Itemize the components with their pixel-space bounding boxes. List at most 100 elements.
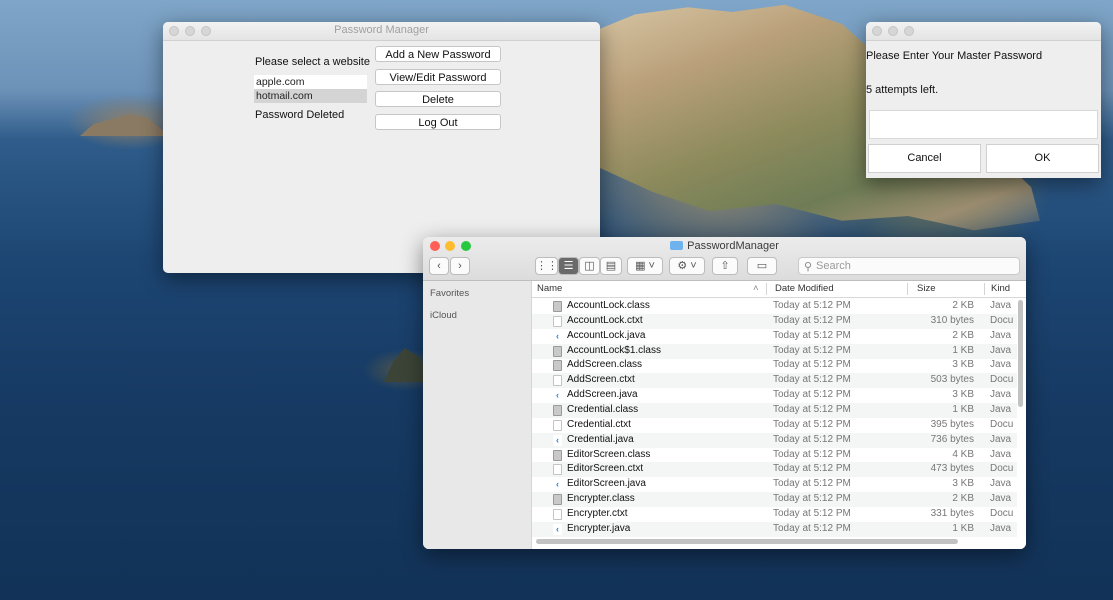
finder-window: PasswordManager ‹ › ⋮⋮ ☰ ◫ ▤ ▦ ˅ ⚙ ˅ ⇧ ▭… <box>423 237 1026 549</box>
table-row[interactable]: EditorScreen.class Today at 5:12 PM 4 KB Ja… <box>532 448 1017 463</box>
table-row[interactable]: Credential.class Today at 5:12 PM 1 KB Java <box>532 402 1017 418</box>
search-icon: ⚲ <box>804 261 813 273</box>
sort-chevron-icon: ˄ <box>753 283 759 294</box>
table-row[interactable]: Encrypter.ctxt Today at 5:12 PM 331 bytes D… <box>532 507 1017 522</box>
gallery-view-button[interactable]: ▤ <box>600 257 622 275</box>
class-file-icon <box>553 360 562 372</box>
document-icon <box>553 464 562 476</box>
back-button[interactable]: ‹ <box>429 257 449 275</box>
file-size: 331 bytes <box>930 507 974 519</box>
delete-button[interactable]: Delete <box>375 91 501 107</box>
java-file-icon: ‹ <box>553 434 562 446</box>
java-file-icon: ‹ <box>553 330 562 342</box>
list-view-button[interactable]: ☰ <box>558 257 579 275</box>
cancel-button[interactable]: Cancel <box>868 144 981 173</box>
table-row[interactable]: ‹ Credential.java Today at 5:12 PM 736 byte… <box>532 432 1017 448</box>
column-header-name[interactable]: Name <box>537 283 562 294</box>
table-row[interactable]: AccountLock.class Today at 5:12 PM 2 KB Jav… <box>532 299 1017 314</box>
file-name: AccountLock.ctxt <box>567 314 643 326</box>
group-button[interactable]: ▦ ˅ <box>627 257 663 275</box>
file-name: AddScreen.ctxt <box>567 374 635 386</box>
column-divider[interactable] <box>766 283 767 295</box>
gallery-icon: ▤ <box>605 260 617 272</box>
close-button[interactable] <box>872 26 882 36</box>
file-kind: Docu <box>990 314 1014 326</box>
column-view-button[interactable]: ◫ <box>579 257 600 275</box>
table-row[interactable]: ‹ Encrypter.java Today at 5:12 PM 1 KB Java <box>532 521 1017 537</box>
file-size: 736 bytes <box>930 433 974 445</box>
ok-button[interactable]: OK <box>986 144 1099 173</box>
table-row[interactable]: ‹ AccountLock.java Today at 5:12 PM 2 KB Jav… <box>532 329 1017 344</box>
list-item[interactable]: apple.com <box>254 75 367 89</box>
table-row[interactable]: ‹ AddScreen.java Today at 5:12 PM 3 KB Java <box>532 388 1017 403</box>
file-name: Credential.java <box>567 433 634 445</box>
file-size: 395 bytes <box>930 418 974 430</box>
website-list[interactable]: apple.com hotmail.com <box>254 75 367 103</box>
table-row[interactable]: AccountLock.ctxt Today at 5:12 PM 310 byte… <box>532 313 1017 329</box>
column-divider[interactable] <box>984 283 985 295</box>
scroll-thumb[interactable] <box>1018 300 1023 407</box>
file-name: EditorScreen.ctxt <box>567 463 644 475</box>
file-size: 4 KB <box>952 448 974 460</box>
finder-title-text: PasswordManager <box>687 240 779 252</box>
file-name: Credential.ctxt <box>567 418 631 430</box>
file-date: Today at 5:12 PM <box>773 522 851 534</box>
search-placeholder: Search <box>816 260 851 272</box>
sidebar-item-icloud[interactable]: iCloud <box>430 310 457 321</box>
file-size: 3 KB <box>952 359 974 371</box>
file-date: Today at 5:12 PM <box>773 493 851 505</box>
columns-icon: ◫ <box>584 260 595 272</box>
table-row[interactable]: Encrypter.class Today at 5:12 PM 2 KB Java <box>532 492 1017 508</box>
select-website-label: Please select a website <box>255 56 370 68</box>
file-kind: Java <box>990 478 1012 490</box>
view-edit-password-button[interactable]: View/Edit Password <box>375 69 501 85</box>
file-date: Today at 5:12 PM <box>773 300 851 311</box>
minimize-button[interactable] <box>888 26 898 36</box>
table-row[interactable]: AddScreen.ctxt Today at 5:12 PM 503 bytes D… <box>532 373 1017 389</box>
java-file-icon: ‹ <box>553 523 562 535</box>
table-row[interactable]: AddScreen.class Today at 5:12 PM 3 KB Java <box>532 358 1017 373</box>
table-row[interactable]: Credential.ctxt Today at 5:12 PM 395 bytes… <box>532 418 1017 433</box>
file-name: Encrypter.ctxt <box>567 507 628 519</box>
chevron-left-icon: ‹ <box>437 260 441 272</box>
file-name: EditorScreen.java <box>567 478 646 490</box>
file-date: Today at 5:12 PM <box>773 359 851 371</box>
zoom-button[interactable] <box>904 26 914 36</box>
file-name: AccountLock.class <box>567 300 650 311</box>
column-header-kind[interactable]: Kind <box>991 283 1010 294</box>
search-field[interactable]: ⚲ Search <box>798 257 1020 275</box>
file-size: 2 KB <box>952 329 974 341</box>
document-icon <box>553 315 562 327</box>
file-size: 2 KB <box>952 493 974 505</box>
file-name: Encrypter.java <box>567 522 631 534</box>
table-row[interactable]: EditorScreen.ctxt Today at 5:12 PM 473 byt… <box>532 462 1017 478</box>
island <box>80 114 170 136</box>
tags-button[interactable]: ▭ <box>747 257 777 275</box>
table-row[interactable]: AccountLock$1.class Today at 5:12 PM 1 KB J… <box>532 343 1017 359</box>
file-kind: Docu <box>990 418 1014 430</box>
add-password-button[interactable]: Add a New Password <box>375 46 501 62</box>
folder-icon <box>670 241 684 250</box>
file-kind: Java <box>990 344 1012 356</box>
share-button[interactable]: ⇧ <box>712 257 738 275</box>
forward-button[interactable]: › <box>450 257 470 275</box>
column-divider[interactable] <box>907 283 908 295</box>
file-kind: Java <box>990 522 1012 534</box>
column-header-size[interactable]: Size <box>917 283 935 294</box>
master-password-input[interactable] <box>869 110 1098 139</box>
sidebar-item-favorites[interactable]: Favorites <box>430 288 469 299</box>
window-title: Password Manager <box>334 24 429 36</box>
column-header-date[interactable]: Date Modified <box>775 283 834 294</box>
list-item-selected[interactable]: hotmail.com <box>254 89 367 103</box>
action-button[interactable]: ⚙ ˅ <box>669 257 705 275</box>
table-row[interactable]: ‹ EditorScreen.java Today at 5:12 PM 3 KB Ja… <box>532 477 1017 492</box>
file-date: Today at 5:12 PM <box>773 344 851 356</box>
titlebar[interactable] <box>866 22 1101 41</box>
titlebar[interactable]: Password Manager <box>163 22 600 41</box>
file-date: Today at 5:12 PM <box>773 433 851 445</box>
vertical-scrollbar[interactable] <box>1017 297 1024 529</box>
column-header-row: Name ˄ Date Modified Size Kind <box>532 281 1026 298</box>
horizontal-scrollbar[interactable] <box>536 539 958 544</box>
log-out-button[interactable]: Log Out <box>375 114 501 130</box>
icon-view-button[interactable]: ⋮⋮ <box>535 257 558 275</box>
